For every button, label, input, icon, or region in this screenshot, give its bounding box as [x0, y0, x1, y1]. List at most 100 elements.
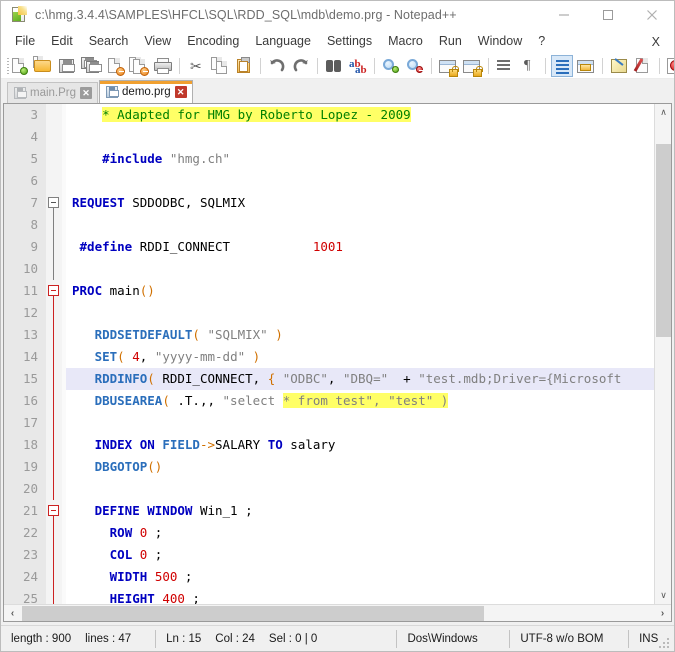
code-line[interactable]: 13 RDDSETDEFAULT( "SQLMIX" ) — [4, 324, 654, 346]
fold-margin[interactable] — [46, 236, 62, 258]
fold-margin[interactable] — [46, 390, 62, 412]
fold-margin[interactable] — [46, 302, 62, 324]
code-line[interactable]: 12 — [4, 302, 654, 324]
code-text[interactable]: DBUSEAREA( .T.,, "select * from test", "… — [66, 390, 654, 412]
new-file-icon[interactable] — [8, 55, 30, 77]
scroll-left-arrow[interactable]: ‹ — [4, 605, 21, 621]
code-line[interactable]: 14 SET( 4, "yyyy-mm-dd" ) — [4, 346, 654, 368]
code-text[interactable] — [66, 258, 654, 280]
print-icon[interactable] — [152, 55, 174, 77]
menu-help[interactable]: ? — [530, 31, 553, 51]
fold-margin[interactable] — [46, 412, 62, 434]
code-text[interactable]: * Adapted for HMG by Roberto Lopez - 200… — [66, 104, 654, 126]
fold-margin[interactable] — [46, 324, 62, 346]
zoom-out-icon[interactable] — [404, 55, 426, 77]
tab-demo-prg[interactable]: demo.prg ✕ — [99, 80, 193, 103]
user-defined-dialog-icon[interactable] — [575, 55, 597, 77]
code-line[interactable]: 20 — [4, 478, 654, 500]
cut-icon[interactable]: ✂ — [185, 55, 207, 77]
code-text[interactable] — [66, 214, 654, 236]
close-icon[interactable]: ✕ — [174, 86, 187, 98]
close-icon[interactable]: ✕ — [80, 87, 93, 99]
zoom-in-icon[interactable] — [380, 55, 402, 77]
undo-icon[interactable] — [266, 55, 288, 77]
code-text[interactable]: #include "hmg.ch" — [66, 148, 654, 170]
menu-encoding[interactable]: Encoding — [179, 31, 247, 51]
code-line[interactable]: 16 DBUSEAREA( .T.,, "select * from test"… — [4, 390, 654, 412]
redo-icon[interactable] — [290, 55, 312, 77]
code-text[interactable]: WIDTH 500 ; — [66, 566, 654, 588]
code-text[interactable]: COL 0 ; — [66, 544, 654, 566]
menu-language[interactable]: Language — [247, 31, 319, 51]
code-text[interactable]: RDDSETDEFAULT( "SQLMIX" ) — [66, 324, 654, 346]
code-text[interactable] — [66, 478, 654, 500]
code-line[interactable]: 25 HEIGHT 400 ; — [4, 588, 654, 604]
word-wrap-icon[interactable] — [494, 55, 516, 77]
vertical-scrollbar-thumb[interactable] — [656, 144, 671, 337]
find-icon[interactable] — [323, 55, 345, 77]
fold-margin[interactable] — [46, 170, 62, 192]
scroll-right-arrow[interactable]: › — [654, 605, 671, 621]
copy-icon[interactable] — [209, 55, 231, 77]
code-line[interactable]: 3 * Adapted for HMG by Roberto Lopez - 2… — [4, 104, 654, 126]
save-all-icon[interactable] — [80, 55, 102, 77]
fold-margin[interactable] — [46, 368, 62, 390]
code-line[interactable]: 24 WIDTH 500 ; — [4, 566, 654, 588]
code-line[interactable]: 18 INDEX ON FIELD->SALARY TO salary — [4, 434, 654, 456]
fold-collapse-icon[interactable] — [48, 197, 59, 208]
code-text[interactable]: REQUEST SDDODBC, SQLMIX — [66, 192, 654, 214]
code-line[interactable]: 21 DEFINE WINDOW Win_1 ; — [4, 500, 654, 522]
code-text[interactable]: HEIGHT 400 ; — [66, 588, 654, 604]
record-macro-icon[interactable] — [665, 55, 674, 77]
fold-margin[interactable] — [46, 126, 62, 148]
code-line[interactable]: 6 — [4, 170, 654, 192]
fold-margin[interactable] — [46, 258, 62, 280]
code-line[interactable]: 17 — [4, 412, 654, 434]
vertical-scrollbar[interactable]: ∧ ∨ — [654, 104, 671, 604]
paste-icon[interactable] — [233, 55, 255, 77]
code-text[interactable]: ROW 0 ; — [66, 522, 654, 544]
fold-margin[interactable] — [46, 566, 62, 588]
fold-margin[interactable] — [46, 214, 62, 236]
menu-view[interactable]: View — [136, 31, 179, 51]
code-line[interactable]: 19 DBGOTOP() — [4, 456, 654, 478]
maximize-button[interactable] — [586, 1, 630, 29]
function-list-icon[interactable] — [632, 55, 654, 77]
fold-margin[interactable] — [46, 588, 62, 604]
fold-margin[interactable] — [46, 280, 62, 302]
horizontal-scrollbar[interactable]: ‹ › — [4, 604, 671, 621]
menu-settings[interactable]: Settings — [319, 31, 380, 51]
code-text[interactable]: #define RDDI_CONNECT 1001 — [66, 236, 654, 258]
fold-margin[interactable] — [46, 192, 62, 214]
fold-margin[interactable] — [46, 456, 62, 478]
fold-margin[interactable] — [46, 434, 62, 456]
close-document-button[interactable]: X — [646, 33, 666, 51]
minimize-button[interactable] — [542, 1, 586, 29]
close-all-files-icon[interactable] — [128, 55, 150, 77]
code-editor[interactable]: 3 * Adapted for HMG by Roberto Lopez - 2… — [4, 104, 654, 604]
code-line[interactable]: 11 PROC main() — [4, 280, 654, 302]
code-text[interactable] — [66, 126, 654, 148]
fold-margin[interactable] — [46, 500, 62, 522]
code-text[interactable]: PROC main() — [66, 280, 654, 302]
menu-macro[interactable]: Macro — [380, 31, 431, 51]
menu-window[interactable]: Window — [470, 31, 530, 51]
horizontal-scrollbar-thumb[interactable] — [22, 606, 484, 621]
resize-grip[interactable] — [659, 636, 671, 648]
code-text[interactable]: SET( 4, "yyyy-mm-dd" ) — [66, 346, 654, 368]
fold-margin[interactable] — [46, 148, 62, 170]
code-text[interactable]: INDEX ON FIELD->SALARY TO salary — [66, 434, 654, 456]
menu-edit[interactable]: Edit — [43, 31, 81, 51]
code-line[interactable]: 4 — [4, 126, 654, 148]
menu-file[interactable]: File — [7, 31, 43, 51]
code-text[interactable]: RDDINFO( RDDI_CONNECT, { "ODBC", "DBQ=" … — [66, 368, 654, 390]
code-line[interactable]: 9 #define RDDI_CONNECT 1001 — [4, 236, 654, 258]
fold-margin[interactable] — [46, 346, 62, 368]
close-button[interactable] — [630, 1, 674, 29]
code-text[interactable] — [66, 302, 654, 324]
menu-run[interactable]: Run — [431, 31, 470, 51]
tab-main-prg[interactable]: main.Prg ✕ — [7, 82, 99, 103]
show-doc-map-icon[interactable] — [608, 55, 630, 77]
code-line[interactable]: 22 ROW 0 ; — [4, 522, 654, 544]
menu-search[interactable]: Search — [81, 31, 137, 51]
